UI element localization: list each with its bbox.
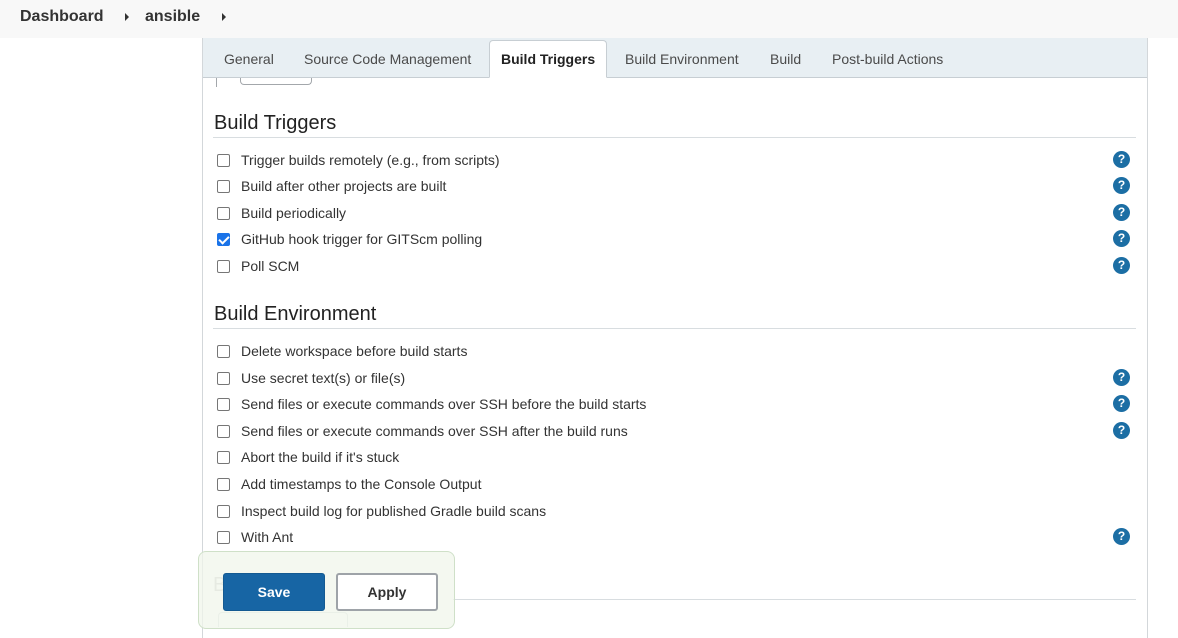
apply-button[interactable]: Apply [336, 573, 438, 611]
option-label[interactable]: Poll SCM [241, 258, 299, 274]
checkbox[interactable] [217, 154, 230, 167]
help-icon[interactable]: ? [1113, 204, 1130, 221]
option-label[interactable]: GitHub hook trigger for GITScm polling [241, 231, 482, 247]
tab-build-triggers[interactable]: Build Triggers [489, 40, 608, 78]
breadcrumb-dropdown-icon[interactable] [222, 13, 226, 21]
save-button[interactable]: Save [223, 573, 325, 611]
option-label[interactable]: Build after other projects are built [241, 178, 446, 194]
option-label[interactable]: Send files or execute commands over SSH … [241, 423, 628, 439]
checkbox[interactable] [217, 451, 230, 464]
job-config-panel: General Source Code Management Build Tri… [202, 38, 1148, 638]
help-icon[interactable]: ? [1113, 395, 1130, 412]
section-divider [213, 137, 1136, 138]
checkbox[interactable] [217, 260, 230, 273]
tab-post-build-actions[interactable]: Post-build Actions [832, 51, 943, 67]
help-icon[interactable]: ? [1113, 257, 1130, 274]
section-divider [213, 328, 1136, 329]
option-label[interactable]: Inspect build log for published Gradle b… [241, 503, 546, 519]
breadcrumb-ansible[interactable]: ansible [145, 8, 200, 26]
previous-section-button-edge [240, 78, 312, 85]
breadcrumb-dropdown-icon[interactable] [125, 13, 129, 21]
option-label[interactable]: Delete workspace before build starts [241, 343, 467, 359]
option-label[interactable]: Build periodically [241, 205, 346, 221]
checkbox[interactable] [217, 478, 230, 491]
checkbox[interactable] [217, 398, 230, 411]
tab-build[interactable]: Build [770, 51, 801, 67]
bottom-button-bar: Save Apply [198, 551, 455, 629]
help-icon[interactable]: ? [1113, 151, 1130, 168]
checkbox[interactable] [217, 425, 230, 438]
breadcrumb-dashboard[interactable]: Dashboard [20, 8, 104, 26]
section-title-build-triggers: Build Triggers [214, 112, 337, 134]
section-title-build-environment: Build Environment [214, 303, 377, 325]
option-label[interactable]: Send files or execute commands over SSH … [241, 396, 646, 412]
checkbox[interactable] [217, 531, 230, 544]
help-icon[interactable]: ? [1113, 177, 1130, 194]
option-label[interactable]: Use secret text(s) or file(s) [241, 370, 405, 386]
previous-section-edge [216, 78, 217, 87]
checkbox[interactable] [217, 505, 230, 518]
option-label[interactable]: Add timestamps to the Console Output [241, 476, 481, 492]
help-icon[interactable]: ? [1113, 528, 1130, 545]
breadcrumb: Dashboard ansible [0, 0, 1178, 38]
config-tab-bar: General Source Code Management Build Tri… [203, 38, 1147, 78]
option-label[interactable]: Abort the build if it's stuck [241, 449, 399, 465]
checkbox[interactable] [217, 180, 230, 193]
tab-build-environment[interactable]: Build Environment [625, 51, 739, 67]
section-divider [453, 599, 1136, 600]
option-label[interactable]: With Ant [241, 529, 293, 545]
tab-general[interactable]: General [224, 51, 274, 67]
tab-source-code-management[interactable]: Source Code Management [304, 51, 471, 67]
checkbox-checked[interactable] [217, 233, 230, 246]
help-icon[interactable]: ? [1113, 422, 1130, 439]
option-label[interactable]: Trigger builds remotely (e.g., from scri… [241, 152, 500, 168]
checkbox[interactable] [217, 345, 230, 358]
checkbox[interactable] [217, 207, 230, 220]
help-icon[interactable]: ? [1113, 230, 1130, 247]
checkbox[interactable] [217, 372, 230, 385]
help-icon[interactable]: ? [1113, 369, 1130, 386]
